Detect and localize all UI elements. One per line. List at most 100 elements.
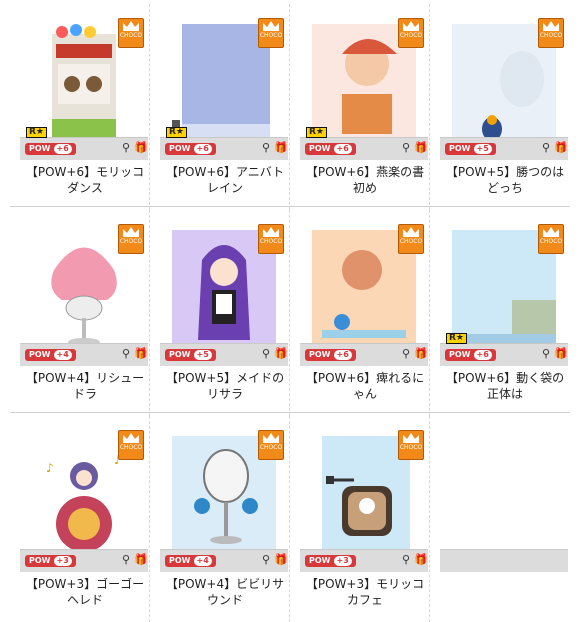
- choco-badge: CHOCO: [118, 430, 144, 460]
- item-card[interactable]: CHOCO POW +6 ⚲ 🎁 【POW+6】痺れるにゃん: [290, 210, 430, 416]
- gift-icon[interactable]: 🎁: [414, 142, 428, 154]
- pow-badge: POW +3: [305, 555, 356, 567]
- choco-badge: CHOCO: [258, 18, 284, 48]
- item-thumbnail[interactable]: CHOCO POW +6 R★ ⚲ 🎁: [20, 12, 148, 160]
- pow-badge: POW +6: [305, 349, 356, 361]
- item-title[interactable]: 【POW+4】リシュードラ: [24, 370, 146, 402]
- item-bar: POW +4 ⚲ 🎁: [160, 549, 288, 572]
- choco-label: CHOCO: [399, 32, 423, 39]
- item-bar: POW +4 ⚲ 🎁: [20, 343, 148, 366]
- pow-badge: POW +6: [25, 143, 76, 155]
- choco-badge: CHOCO: [398, 224, 424, 254]
- crown-icon: [263, 21, 279, 31]
- zoom-icon[interactable]: ⚲: [260, 348, 272, 360]
- item-thumbnail[interactable]: CHOCO POW +5 ⚲ 🎁: [160, 218, 288, 366]
- item-title[interactable]: 【POW+3】ゴーゴーヘレド: [24, 576, 146, 608]
- gift-icon[interactable]: 🎁: [554, 348, 568, 360]
- item-bar: POW +3 ⚲ 🎁: [300, 549, 428, 572]
- pow-badge: POW +5: [165, 349, 216, 361]
- item-thumbnail[interactable]: CHOCO POW +5 ⚲ 🎁: [440, 12, 568, 160]
- item-thumbnail[interactable]: CHOCO POW +6 ⚲ 🎁: [300, 218, 428, 366]
- item-title[interactable]: 【POW+6】燕楽の書初め: [304, 164, 426, 196]
- crown-icon: [543, 227, 559, 237]
- zoom-icon[interactable]: ⚲: [260, 554, 272, 566]
- zoom-icon[interactable]: ⚲: [120, 554, 132, 566]
- gift-icon[interactable]: 🎁: [274, 554, 288, 566]
- pow-label: POW: [29, 556, 51, 565]
- gift-icon[interactable]: 🎁: [274, 142, 288, 154]
- item-card[interactable]: CHOCO POW +6 R★ ⚲ 🎁 【POW+6】モリッコダンス: [10, 4, 150, 210]
- rank-badge: R★: [446, 333, 467, 344]
- zoom-icon[interactable]: ⚲: [400, 348, 412, 360]
- choco-label: CHOCO: [259, 238, 283, 245]
- item-bar: POW +5 ⚲ 🎁: [160, 343, 288, 366]
- item-thumbnail[interactable]: CHOCO POW +6 R★ ⚲ 🎁: [160, 12, 288, 160]
- item-controls: ⚲ 🎁: [120, 142, 148, 154]
- item-thumbnail[interactable]: CHOCO POW +6 R★ ⚲ 🎁: [440, 218, 568, 366]
- item-controls: ⚲ 🎁: [400, 554, 428, 566]
- item-card[interactable]: ♪ ♪ CHOCO POW +3 ⚲ 🎁 【POW+3】ゴーゴーヘレド: [10, 416, 150, 622]
- item-title[interactable]: 【POW+6】アニバトレイン: [164, 164, 286, 196]
- pow-label: POW: [309, 144, 331, 153]
- item-title[interactable]: 【POW+5】メイドのリサラ: [164, 370, 286, 402]
- gift-icon[interactable]: 🎁: [414, 554, 428, 566]
- rank-badge: R★: [26, 127, 47, 138]
- item-title[interactable]: 【POW+3】モリッコカフェ: [304, 576, 426, 608]
- pow-value: +6: [53, 144, 72, 154]
- item-card[interactable]: CHOCO POW +3 ⚲ 🎁 【POW+3】モリッコカフェ: [290, 416, 430, 622]
- gift-icon[interactable]: 🎁: [134, 348, 148, 360]
- item-thumbnail[interactable]: CHOCO POW +4 ⚲ 🎁: [160, 424, 288, 572]
- item-card[interactable]: CHOCO POW +5 ⚲ 🎁 【POW+5】勝つのはどっち: [430, 4, 570, 210]
- item-bar: POW +6 ⚲ 🎁: [300, 343, 428, 366]
- pow-value: +3: [53, 556, 72, 566]
- crown-icon: [123, 21, 139, 31]
- item-card[interactable]: CHOCO POW +6 R★ ⚲ 🎁 【POW+6】燕楽の書初め: [290, 4, 430, 210]
- crown-icon: [123, 433, 139, 443]
- item-card[interactable]: CHOCO POW +5 ⚲ 🎁 【POW+5】メイドのリサラ: [150, 210, 290, 416]
- choco-badge: CHOCO: [538, 18, 564, 48]
- pow-value: +3: [333, 556, 352, 566]
- zoom-icon[interactable]: ⚲: [400, 142, 412, 154]
- zoom-icon[interactable]: ⚲: [120, 142, 132, 154]
- item-card[interactable]: CHOCO POW +4 ⚲ 🎁 【POW+4】リシュードラ: [10, 210, 150, 416]
- gift-icon[interactable]: 🎁: [274, 348, 288, 360]
- item-title[interactable]: 【POW+6】動く袋の正体は: [444, 370, 566, 402]
- pow-label: POW: [449, 350, 471, 359]
- gift-icon[interactable]: 🎁: [554, 142, 568, 154]
- item-card[interactable]: CHOCO POW +4 ⚲ 🎁 【POW+4】ビビリサウンド: [150, 416, 290, 622]
- item-thumbnail[interactable]: CHOCO POW +4 ⚲ 🎁: [20, 218, 148, 366]
- pow-label: POW: [29, 144, 51, 153]
- item-card[interactable]: CHOCO POW +6 R★ ⚲ 🎁 【POW+6】アニバトレイン: [150, 4, 290, 210]
- zoom-icon[interactable]: ⚲: [540, 142, 552, 154]
- pow-label: POW: [169, 350, 191, 359]
- item-title[interactable]: 【POW+6】痺れるにゃん: [304, 370, 426, 402]
- zoom-icon[interactable]: ⚲: [540, 348, 552, 360]
- item-thumbnail[interactable]: CHOCO POW +3 ⚲ 🎁: [300, 424, 428, 572]
- item-controls: ⚲ 🎁: [540, 142, 568, 154]
- item-controls: ⚲ 🎁: [260, 554, 288, 566]
- crown-icon: [263, 227, 279, 237]
- zoom-icon[interactable]: ⚲: [260, 142, 272, 154]
- zoom-icon[interactable]: ⚲: [400, 554, 412, 566]
- crown-icon: [543, 21, 559, 31]
- rank-badge: R★: [306, 127, 327, 138]
- gift-icon[interactable]: 🎁: [414, 348, 428, 360]
- item-title[interactable]: 【POW+4】ビビリサウンド: [164, 576, 286, 608]
- crown-icon: [403, 433, 419, 443]
- choco-badge: CHOCO: [398, 430, 424, 460]
- item-card[interactable]: CHOCO POW +6 R★ ⚲ 🎁 【POW+6】動く袋の正体は: [430, 210, 570, 416]
- crown-icon: [263, 433, 279, 443]
- pow-value: +6: [333, 350, 352, 360]
- item-title[interactable]: 【POW+5】勝つのはどっち: [444, 164, 566, 196]
- item-bar: POW +5 ⚲ 🎁: [440, 137, 568, 160]
- zoom-icon[interactable]: ⚲: [120, 348, 132, 360]
- pow-label: POW: [169, 556, 191, 565]
- item-bar: POW +3 ⚲ 🎁: [20, 549, 148, 572]
- item-thumbnail[interactable]: ♪ ♪ CHOCO POW +3 ⚲ 🎁: [20, 424, 148, 572]
- item-title[interactable]: 【POW+6】モリッコダンス: [24, 164, 146, 196]
- item-thumbnail[interactable]: CHOCO POW +6 R★ ⚲ 🎁: [300, 12, 428, 160]
- item-controls: ⚲ 🎁: [260, 142, 288, 154]
- gift-icon[interactable]: 🎁: [134, 142, 148, 154]
- pow-value: +5: [473, 144, 492, 154]
- gift-icon[interactable]: 🎁: [134, 554, 148, 566]
